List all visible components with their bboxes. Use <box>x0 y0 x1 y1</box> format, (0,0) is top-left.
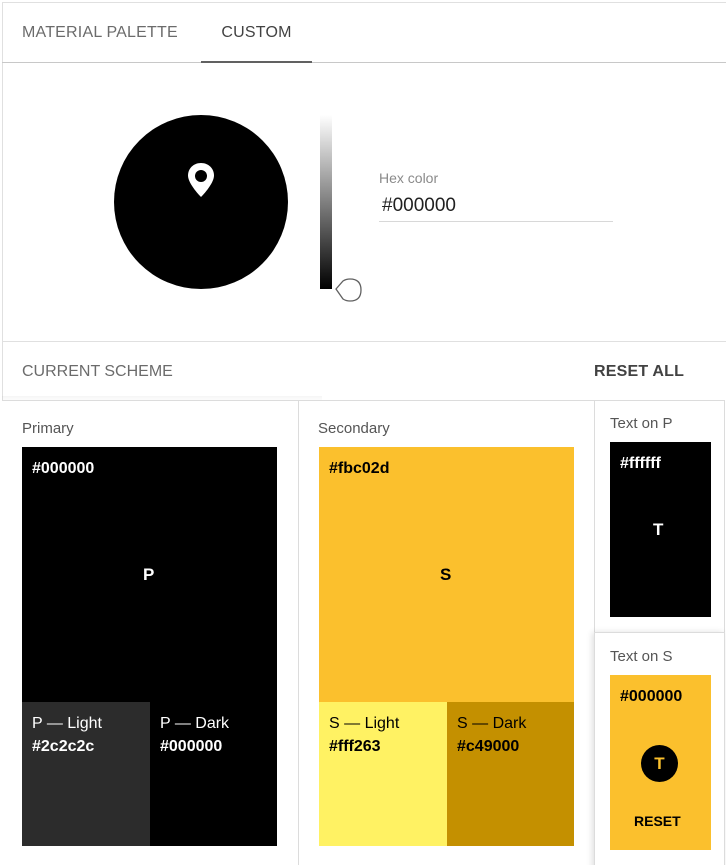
text-on-secondary-hex: #000000 <box>620 688 683 705</box>
text-on-secondary-letter[interactable]: T <box>641 745 678 782</box>
text-on-secondary-swatch[interactable]: #000000 T RESET <box>610 675 711 850</box>
primary-light-hex: #2c2c2c <box>32 738 95 755</box>
tab-custom[interactable]: CUSTOM <box>201 3 312 63</box>
primary-title: Primary <box>22 420 74 437</box>
secondary-dark-hex: #c49000 <box>457 738 520 755</box>
primary-card: Primary #000000 P P — Light #2c2c2c P — … <box>2 400 299 865</box>
text-on-secondary-reset-button[interactable]: RESET <box>634 813 681 829</box>
custom-color-picker: Hex color <box>2 63 726 342</box>
text-on-secondary-card: Text on S #000000 T RESET <box>594 632 725 865</box>
text-on-primary-swatch[interactable]: #ffffff T <box>610 442 711 617</box>
text-on-primary-title: Text on P <box>610 415 673 432</box>
text-on-primary-hex: #ffffff <box>620 455 661 472</box>
secondary-light-hex: #fff263 <box>329 738 381 755</box>
primary-dark-hex: #000000 <box>160 738 223 755</box>
hex-color-label: Hex color <box>379 170 439 186</box>
map-pin-icon[interactable] <box>186 161 216 199</box>
text-on-primary-letter: T <box>653 520 664 539</box>
text-on-secondary-title: Text on S <box>610 648 673 665</box>
secondary-light-name: S — Light <box>329 715 400 732</box>
primary-dark-swatch[interactable]: P — Dark #000000 <box>150 702 277 846</box>
primary-main-swatch[interactable]: #000000 P <box>22 447 277 702</box>
secondary-dark-swatch[interactable]: S — Dark #c49000 <box>447 702 574 846</box>
primary-dark-name: P — Dark <box>160 715 230 732</box>
secondary-hex: #fbc02d <box>329 460 390 477</box>
secondary-light-swatch[interactable]: S — Light #fff263 <box>319 702 447 846</box>
drop-handle-icon[interactable] <box>334 277 364 303</box>
secondary-letter: S <box>440 565 452 584</box>
primary-light-swatch[interactable]: P — Light #2c2c2c <box>22 702 150 846</box>
secondary-card: Secondary #fbc02d S S — Light #fff263 S … <box>298 400 595 865</box>
secondary-main-swatch[interactable]: #fbc02d S <box>319 447 574 702</box>
reset-all-button[interactable]: RESET ALL <box>594 363 684 381</box>
primary-light-name: P — Light <box>32 715 102 732</box>
brightness-slider[interactable] <box>320 115 332 289</box>
current-scheme-title: CURRENT SCHEME <box>22 363 173 380</box>
hex-color-input[interactable] <box>379 190 613 222</box>
primary-letter: P <box>143 565 155 584</box>
tab-material-palette[interactable]: MATERIAL PALETTE <box>22 3 184 63</box>
tab-bar: MATERIAL PALETTE CUSTOM <box>2 3 726 63</box>
primary-hex: #000000 <box>32 460 95 477</box>
text-on-primary-card: Text on P #ffffff T <box>594 400 725 633</box>
color-wheel[interactable] <box>114 115 288 289</box>
secondary-title: Secondary <box>318 420 390 437</box>
secondary-dark-name: S — Dark <box>457 715 527 732</box>
